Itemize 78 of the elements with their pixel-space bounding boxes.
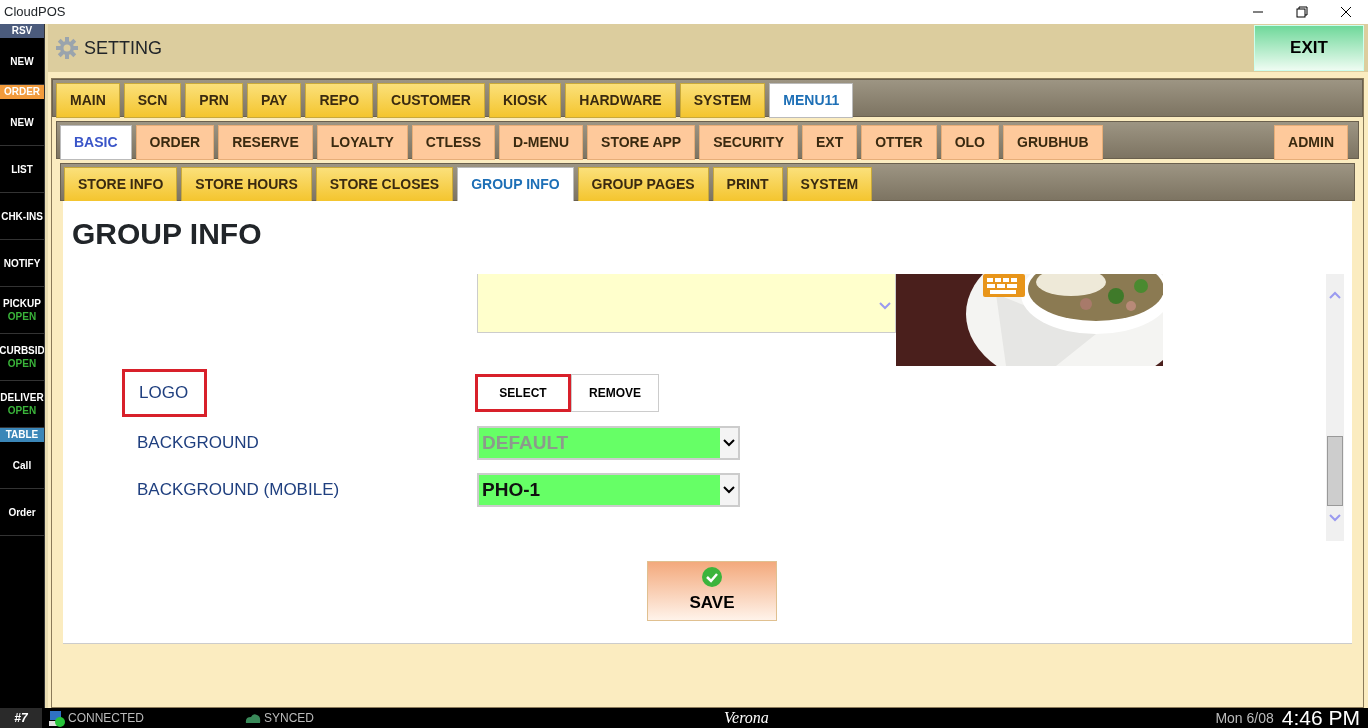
scroll-down-icon xyxy=(1329,514,1341,522)
sidebar-button[interactable]: LIST xyxy=(0,146,44,193)
logo-label: LOGO xyxy=(122,369,207,417)
window-title: CloudPOS xyxy=(4,3,66,22)
tab[interactable]: ADMIN xyxy=(1274,125,1348,160)
scrollbar-thumb[interactable] xyxy=(1327,436,1343,506)
tab[interactable]: GROUP INFO xyxy=(457,167,574,202)
header-title: SETTING xyxy=(84,36,162,60)
tab[interactable]: PRINT xyxy=(712,167,783,202)
tab[interactable]: GRUBHUB xyxy=(1003,125,1103,160)
tab[interactable]: GROUP PAGES xyxy=(577,167,709,202)
tab[interactable]: KIOSK xyxy=(488,83,562,118)
scroll-up-icon xyxy=(1329,291,1341,299)
tab[interactable]: OTTER xyxy=(861,125,937,160)
sidebar-button[interactable]: Order xyxy=(0,489,44,536)
tab[interactable]: CUSTOMER xyxy=(377,83,485,118)
status-text: OPEN xyxy=(7,310,37,323)
sidebar-button[interactable]: PICKUP OPEN xyxy=(0,287,44,334)
sidebar-button[interactable]: Call xyxy=(0,442,44,489)
tab[interactable]: STORE APP xyxy=(587,125,696,160)
connection-status: CONNECTED xyxy=(68,710,144,727)
dropdown[interactable]: PHO-1 xyxy=(477,473,740,507)
tab[interactable]: PAY xyxy=(246,83,302,118)
sidebar-button[interactable]: NOTIFY xyxy=(0,240,44,287)
tab[interactable]: ORDER xyxy=(135,125,215,160)
exit-button[interactable]: EXIT xyxy=(1254,25,1364,71)
select-button[interactable]: SELECT xyxy=(475,373,571,412)
tab[interactable]: SECURITY xyxy=(699,125,798,160)
sidebar-label: PICKUP xyxy=(3,297,41,310)
restore-icon[interactable] xyxy=(1296,6,1308,18)
field-label: BACKGROUND (MOBILE) xyxy=(137,479,341,502)
sidebar-header: RSV xyxy=(0,24,44,38)
tab[interactable]: BASIC xyxy=(60,125,132,160)
close-icon[interactable] xyxy=(1340,6,1352,18)
sidebar-button[interactable]: CURBSID OPEN xyxy=(0,334,44,381)
tab[interactable]: SYSTEM xyxy=(786,167,873,202)
status-date: Mon 6/08 xyxy=(1215,708,1274,728)
store-name: Verona xyxy=(724,708,769,728)
check-icon xyxy=(701,566,723,589)
tab[interactable]: CTLESS xyxy=(411,125,496,160)
tab[interactable]: STORE CLOSES xyxy=(315,167,454,202)
sidebar-header: ORDER xyxy=(0,85,44,99)
field-label: BACKGROUND xyxy=(137,432,260,455)
computer-icon xyxy=(48,709,66,727)
gear-icon xyxy=(56,37,78,59)
station-number: #7 xyxy=(0,708,42,728)
save-button[interactable]: SAVE xyxy=(647,561,777,621)
tab[interactable]: OLO xyxy=(940,125,999,160)
sidebar-header: TABLE xyxy=(0,428,44,442)
sidebar-button[interactable]: CHK-INS xyxy=(0,193,44,240)
page-heading: GROUP INFO xyxy=(72,216,263,252)
chevron-down-icon xyxy=(879,302,891,310)
tab[interactable]: SCN xyxy=(123,83,182,118)
tab[interactable]: STORE HOURS xyxy=(181,167,312,202)
sidebar-label: DELIVER xyxy=(0,391,44,404)
cloud-icon xyxy=(244,712,262,724)
tab[interactable]: PRN xyxy=(185,83,243,118)
tab[interactable]: HARDWARE xyxy=(565,83,676,118)
keyboard-icon xyxy=(982,274,1026,298)
status-time: 4:46 PM xyxy=(1281,705,1360,728)
tab[interactable]: LOYALTY xyxy=(316,125,408,160)
status-text: OPEN xyxy=(7,357,37,370)
tab[interactable]: MENU11 xyxy=(769,83,854,118)
tab[interactable]: EXT xyxy=(802,125,858,160)
sidebar-button[interactable]: NEW xyxy=(0,99,44,146)
sync-status: SYNCED xyxy=(264,710,315,727)
tab[interactable]: MAIN xyxy=(56,83,120,118)
remove-button[interactable]: REMOVE xyxy=(571,373,659,412)
caret-icon xyxy=(720,428,738,458)
status-text: OPEN xyxy=(7,404,37,417)
tab[interactable]: SYSTEM xyxy=(679,83,766,118)
sidebar-label: CURBSID xyxy=(0,344,44,357)
tab[interactable]: RESERVE xyxy=(218,125,313,160)
tab[interactable]: REPO xyxy=(305,83,374,118)
caret-icon xyxy=(720,475,738,505)
tab[interactable]: D-MENU xyxy=(499,125,584,160)
tab[interactable]: STORE INFO xyxy=(64,167,178,202)
scrollbar[interactable] xyxy=(1326,274,1344,541)
